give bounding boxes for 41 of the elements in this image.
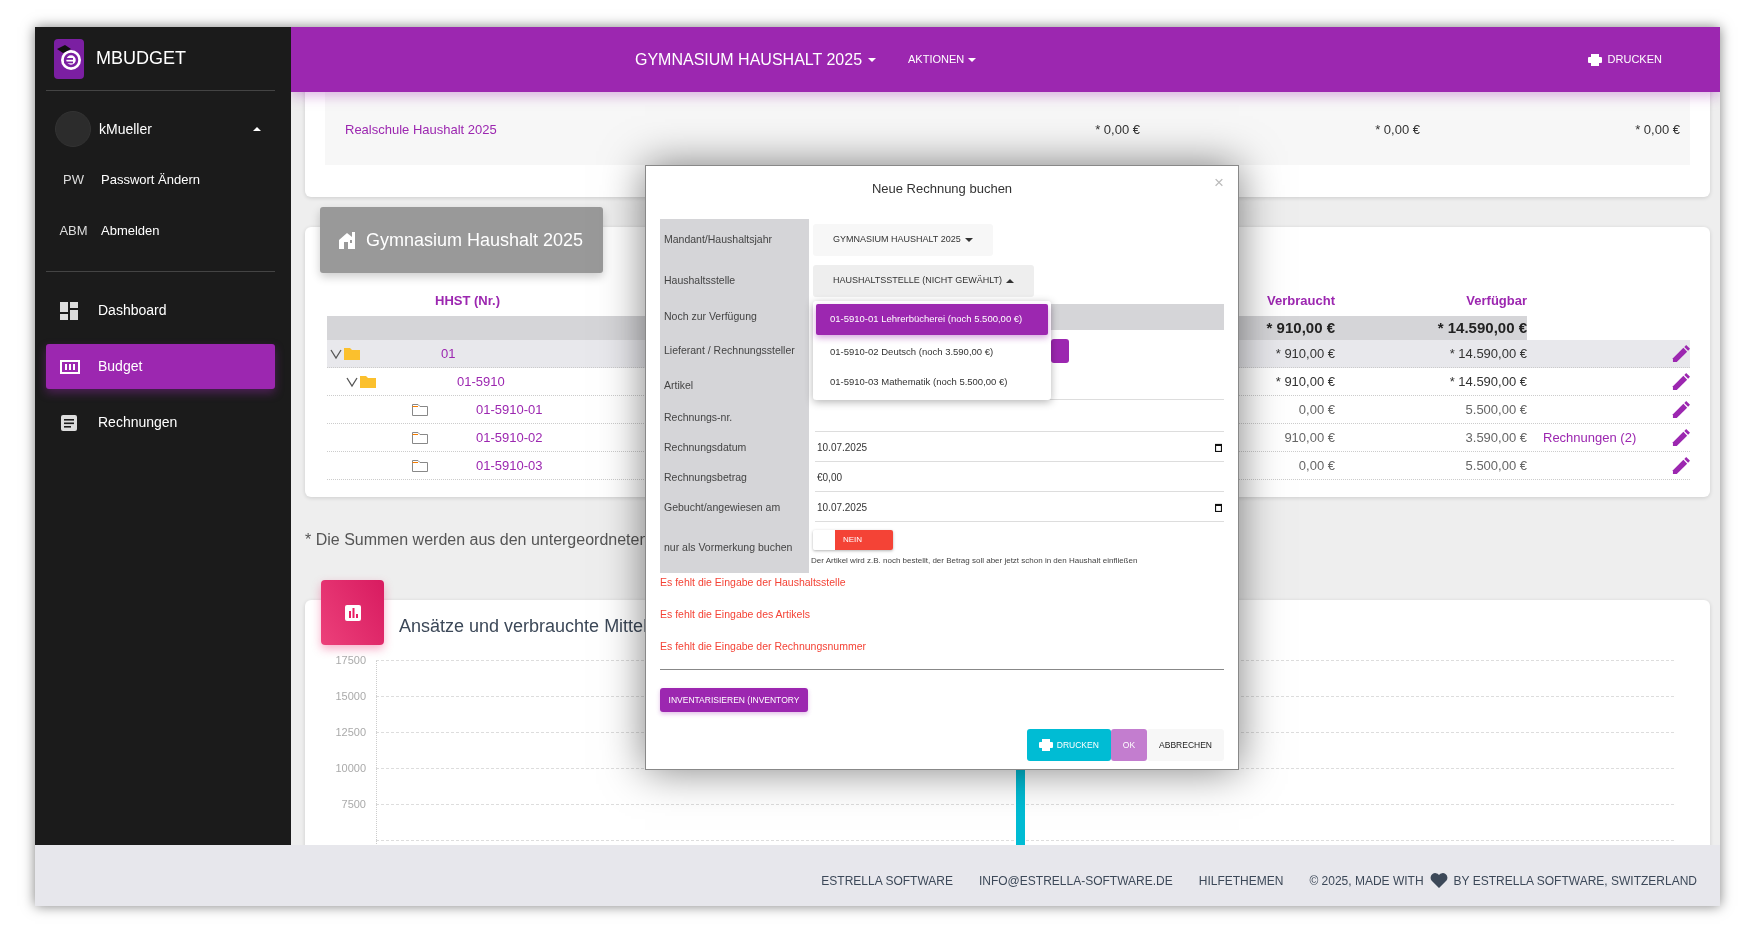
error-message: Es fehlt die Eingabe der Haushaltsstelle [660, 575, 847, 591]
field-label: Lieferant / Rechnungssteller [664, 343, 795, 359]
field-label: Mandant/Haushaltsjahr [664, 232, 772, 248]
hint-text: Der Artikel wird z.B. noch bestellt, der Betrag soll aber jetzt schon in den Haushalt einfließen [811, 555, 1138, 567]
app-name: MBUDGET [96, 47, 186, 70]
amount-cell-text: * 0,00 € [1374, 120, 1420, 139]
amount-cell: 0,00 € [1298, 401, 1335, 417]
budget-title: Gymnasium Haushalt 2025 [366, 228, 584, 252]
field-label: Haushaltsstelle [664, 273, 736, 289]
error-message: Es fehlt die Eingabe der Rechnungsnummer [660, 639, 868, 655]
field-label: Gebucht/angewiesen am [664, 500, 781, 516]
credit-text: BY ESTRELLA SOFTWARE, SWITZERLAND [1453, 872, 1697, 890]
amount-cell: * 910,00 € [1275, 345, 1335, 361]
amount-cell: * 14.590,00 € [1449, 373, 1527, 389]
menu-abbreviation: PW [62, 170, 85, 189]
amount-cell: 0,00 € [1298, 457, 1335, 473]
field-label: nur als Vormerkung buchen [664, 540, 793, 556]
amount-cell: 3.590,00 € [1465, 429, 1527, 445]
amount-cell-text: * 0,00 € [1634, 120, 1681, 139]
column-header: Verfügbar [1466, 293, 1527, 309]
credit-text: © 2025, MADE WITH [1309, 872, 1424, 890]
amount-cell: * 910,00 € [1275, 373, 1335, 389]
amount-cell: 5.500,00 € [1465, 401, 1527, 417]
field-label: Noch zur Verfügung [664, 309, 757, 325]
axis-tick-label: 7500 [340, 797, 366, 812]
total-amount: * 14.590,00 € [1437, 318, 1527, 336]
amount-cell: 910,00 € [1284, 429, 1335, 445]
dialog-title: Neue Rechnung buchen [871, 179, 1013, 198]
error-message: Es fehlt die Eingabe des Artikels [660, 607, 811, 623]
column-header: Verbraucht [1267, 293, 1335, 309]
amount-cell: * 14.590,00 € [1449, 345, 1527, 361]
amount-cell: 5.500,00 € [1465, 457, 1527, 473]
column-header: HHST (Nr.) [435, 292, 500, 311]
field-label: Rechnungsdatum [664, 440, 747, 456]
total-amount: * 910,00 € [1266, 318, 1335, 336]
field-label: Rechnungs-nr. [664, 410, 733, 426]
field-label: Rechnungsbetrag [664, 470, 747, 486]
menu-abbreviation: ABM [58, 221, 89, 240]
footnote: * Die Summen werden aus den untergeordneten [305, 531, 649, 548]
amount-cell-text: * 0,00 € [1094, 120, 1140, 139]
field-label: Artikel [664, 378, 694, 394]
